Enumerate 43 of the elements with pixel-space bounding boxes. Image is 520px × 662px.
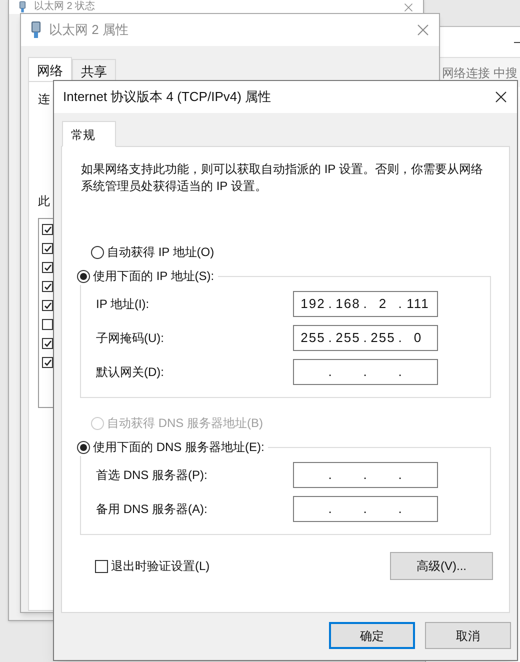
checkbox[interactable] [42, 319, 53, 330]
ip-address-field[interactable]: . . . [293, 359, 438, 385]
ip-address-field[interactable]: 192 . 168 . 2 . 111 [293, 291, 438, 317]
field-label: 首选 DNS 服务器(P): [96, 467, 208, 484]
radio-button[interactable] [77, 270, 90, 282]
radio-button[interactable] [77, 440, 90, 454]
radio-label: 自动获得 DNS 服务器地址(B) [107, 415, 263, 432]
section-label: 连 [38, 91, 50, 108]
window-title: 以太网 2 状态 [34, 1, 96, 13]
tab[interactable]: 网络 [28, 57, 72, 81]
checkbox[interactable] [42, 281, 53, 292]
field-label: 默认网关(D): [96, 364, 164, 381]
network-cable-icon [31, 21, 41, 39]
checkbox[interactable] [42, 243, 53, 254]
search-hint: 网络连接 中搜 [442, 64, 518, 82]
ip-address-field[interactable]: . . . [293, 462, 438, 488]
advanced-button[interactable]: 高级(V)... [390, 552, 493, 580]
checkbox-label: 退出时验证设置(L) [111, 558, 210, 575]
tab[interactable]: 常规 [62, 121, 116, 147]
dialog-button[interactable]: 取消 [425, 622, 511, 649]
checkbox[interactable] [42, 224, 53, 235]
section-label: 此 [38, 193, 50, 210]
field-label: 子网掩码(U): [96, 330, 164, 347]
checkbox[interactable] [42, 300, 53, 311]
dialog-button[interactable]: 确定 [329, 622, 415, 649]
window-title: 以太网 2 属性 [49, 21, 128, 40]
field-label: IP 地址(I): [96, 296, 150, 313]
radio-label: 自动获得 IP 地址(O) [107, 244, 214, 261]
close-icon[interactable] [495, 91, 507, 103]
ip-address-field[interactable]: . . . [293, 496, 438, 522]
radio-button[interactable] [91, 246, 104, 258]
network-cable-icon [19, 1, 26, 13]
description-text: 如果网络支持此功能，则可以获取自动指派的 IP 设置。否则，你需要从网络系统管理员处获得适当的 IP 设置。 [81, 161, 484, 195]
tab[interactable]: 共享 [72, 59, 116, 81]
checkbox[interactable] [42, 338, 53, 349]
dialog-title: Internet 协议版本 4 (TCP/IPv4) 属性 [63, 88, 272, 106]
field-label: 备用 DNS 服务器(A): [96, 501, 208, 518]
radio-label: 使用下面的 IP 地址(S): [93, 268, 214, 285]
checkbox[interactable] [42, 262, 53, 273]
checkbox[interactable] [42, 357, 53, 368]
ip-address-field[interactable]: 255 . 255 . 255 . 0 [293, 325, 438, 351]
radio-label: 使用下面的 DNS 服务器地址(E): [93, 439, 264, 456]
checkbox[interactable] [95, 560, 108, 572]
